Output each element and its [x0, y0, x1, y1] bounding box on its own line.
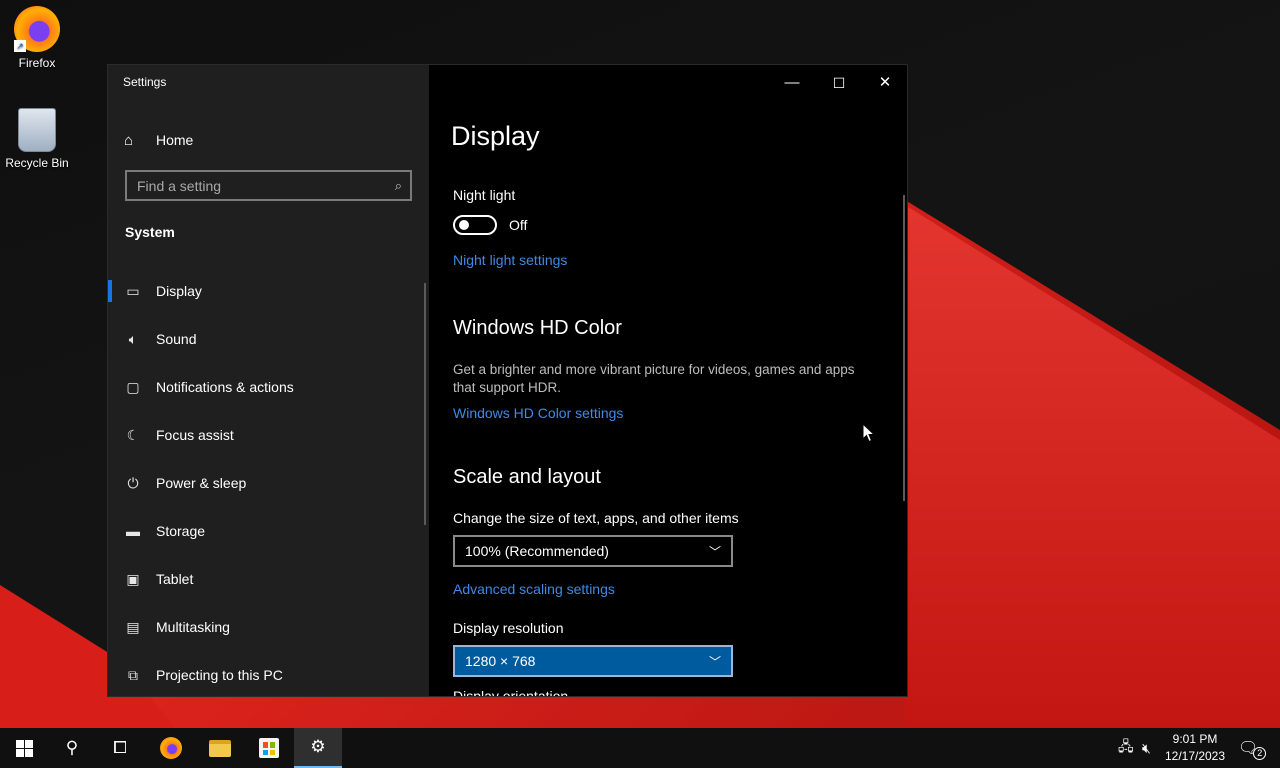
recycle-bin-icon [18, 108, 56, 152]
store-icon [259, 738, 279, 758]
clock-time: 9:01 PM [1172, 732, 1218, 746]
sidebar-item-label: Power & sleep [156, 475, 247, 491]
monitor-icon: ▭ [126, 282, 140, 299]
close-button[interactable]: ✕ [862, 69, 907, 97]
desktop-icon-recycle-bin[interactable]: Recycle Bin [0, 108, 74, 170]
hd-color-description-line2: that support HDR. [453, 380, 562, 395]
scale-dropdown[interactable]: 100% (Recommended) ﹀ [453, 535, 733, 567]
hd-color-settings-link[interactable]: Windows HD Color settings [453, 405, 623, 421]
scale-dropdown-value: 100% (Recommended) [465, 543, 609, 559]
scale-layout-heading: Scale and layout [453, 466, 601, 488]
power-icon: ⏻ [127, 474, 139, 491]
projector-icon: ⧉ [128, 666, 138, 683]
sidebar-nav: ▭ Display 🔈︎ Sound ▢ Notifications & act… [108, 267, 429, 696]
sidebar-scrollbar[interactable] [424, 283, 426, 525]
sidebar-item-multitasking[interactable]: ▤ Multitasking [108, 603, 429, 651]
taskbar-clock[interactable]: 9:01 PM 12/17/2023 [1162, 731, 1228, 765]
volume-muted-icon[interactable]: 🔇︎ [1142, 728, 1151, 768]
resolution-dropdown[interactable]: 1280 × 768 ﹀ [453, 645, 733, 677]
notification-icon: ▢ [126, 378, 140, 395]
speaker-icon: 🔈︎ [128, 330, 138, 347]
orientation-label: Display orientation [453, 689, 569, 697]
taskbar-settings-button[interactable]: ⚙ [294, 728, 342, 768]
settings-sidebar: Settings ⌂ Home Find a setting ⌕ System … [108, 65, 429, 696]
sidebar-item-label: Multitasking [156, 619, 230, 635]
gear-icon: ⚙ [310, 737, 326, 756]
toggle-knob [459, 220, 469, 230]
taskbar: ⚲ ⧠ ⚙ 🖧 🔇︎ 9:01 PM 12/17/2023 🗨︎ 2 [0, 728, 1280, 768]
resolution-label: Display resolution [453, 620, 564, 636]
firefox-icon [160, 737, 182, 759]
moon-icon: ☾ [126, 426, 140, 443]
page-title: Display [451, 121, 540, 151]
content-scrollbar[interactable] [903, 195, 905, 501]
taskbar-store-button[interactable] [245, 728, 293, 768]
sidebar-item-label: Notifications & actions [156, 379, 294, 395]
sidebar-item-power-sleep[interactable]: ⏻ Power & sleep [108, 459, 429, 507]
chevron-down-icon: ﹀ [708, 544, 721, 559]
search-input[interactable]: Find a setting ⌕ [125, 170, 412, 201]
folder-icon [209, 739, 231, 757]
storage-icon: ▬ [126, 523, 140, 539]
sidebar-item-label: Projecting to this PC [156, 667, 283, 683]
sidebar-item-projecting[interactable]: ⧉ Projecting to this PC [108, 651, 429, 696]
clock-date: 12/17/2023 [1164, 749, 1226, 763]
chevron-down-icon: ﹀ [708, 654, 721, 669]
night-light-toggle[interactable] [453, 215, 497, 235]
sidebar-item-storage[interactable]: ▬ Storage [108, 507, 429, 555]
taskbar-file-explorer-button[interactable] [196, 728, 244, 768]
sidebar-item-label: Storage [156, 523, 206, 539]
taskbar-firefox-button[interactable] [147, 728, 195, 768]
search-placeholder: Find a setting [137, 177, 222, 194]
mouse-cursor-icon [862, 423, 876, 443]
display-settings-pane: — ☐ ✕ Display Night light Off Night ligh… [429, 65, 907, 697]
tablet-icon: ▣ [126, 570, 140, 587]
hd-color-heading: Windows HD Color [453, 317, 622, 339]
home-icon: ⌂ [124, 131, 134, 149]
sidebar-home-label: Home [156, 132, 194, 148]
advanced-scaling-link[interactable]: Advanced scaling settings [453, 581, 615, 597]
scale-size-label: Change the size of text, apps, and other… [453, 510, 739, 526]
network-icon[interactable]: 🖧 [1118, 728, 1134, 768]
sidebar-item-display[interactable]: ▭ Display [108, 267, 429, 315]
sidebar-item-label: Tablet [156, 571, 194, 587]
minimize-button[interactable]: — [769, 69, 815, 97]
desktop-icon-label: Firefox [18, 56, 56, 70]
sidebar-item-label: Display [156, 283, 202, 299]
sidebar-home[interactable]: ⌂ Home [124, 129, 193, 151]
taskbar-search-button[interactable]: ⚲ [48, 728, 96, 768]
multitasking-icon: ▤ [126, 618, 140, 635]
desktop-icon-label: Recycle Bin [5, 156, 69, 170]
search-icon: ⚲ [65, 738, 79, 757]
sidebar-item-tablet[interactable]: ▣ Tablet [108, 555, 429, 603]
maximize-button[interactable]: ☐ [816, 69, 862, 97]
sidebar-item-label: Sound [156, 331, 197, 347]
sidebar-item-focus-assist[interactable]: ☾ Focus assist [108, 411, 429, 459]
resolution-dropdown-value: 1280 × 768 [465, 653, 536, 669]
firefox-icon: ↗ [14, 6, 60, 52]
hd-color-description-line1: Get a brighter and more vibrant picture … [453, 362, 855, 377]
notification-count-badge: 2 [1253, 746, 1267, 760]
action-center-button[interactable]: 🗨︎ 2 [1238, 728, 1267, 768]
sidebar-item-sound[interactable]: 🔈︎ Sound [108, 315, 429, 363]
search-icon: ⌕ [394, 177, 402, 193]
sidebar-item-notifications[interactable]: ▢ Notifications & actions [108, 363, 429, 411]
sidebar-item-label: Focus assist [156, 427, 234, 443]
task-view-icon: ⧠ [113, 738, 127, 757]
window-title: Settings [123, 75, 167, 89]
night-light-state: Off [509, 217, 528, 233]
night-light-settings-link[interactable]: Night light settings [453, 252, 567, 268]
start-button[interactable] [0, 728, 48, 768]
desktop-icon-firefox[interactable]: ↗ Firefox [0, 6, 74, 70]
night-light-label: Night light [453, 187, 516, 203]
task-view-button[interactable]: ⧠ [96, 728, 144, 768]
settings-window: Settings ⌂ Home Find a setting ⌕ System … [107, 64, 908, 697]
shortcut-arrow-icon: ↗ [14, 40, 26, 52]
sidebar-section-title: System [125, 224, 175, 240]
windows-logo-icon [15, 739, 33, 757]
